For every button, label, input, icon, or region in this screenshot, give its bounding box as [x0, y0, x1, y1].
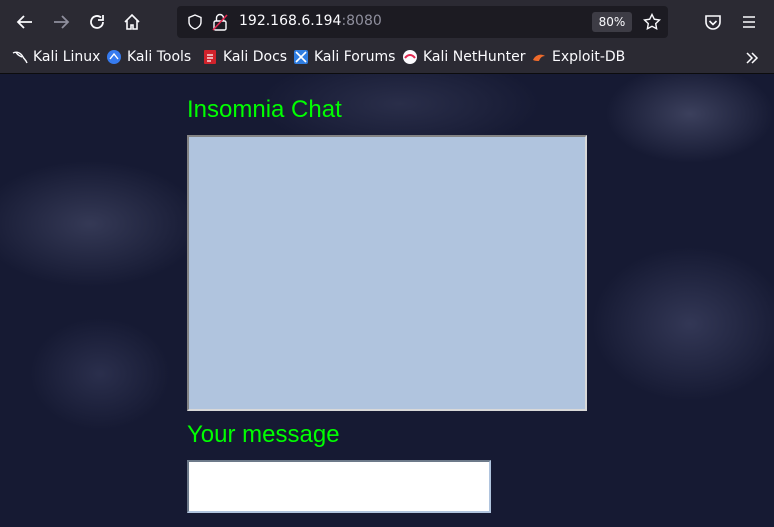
url-host: 192.168.6.194	[239, 13, 342, 29]
bookmark-label: Kali Forums	[314, 49, 396, 65]
reload-icon	[90, 15, 104, 29]
menu-button[interactable]	[736, 10, 762, 34]
kali-tools-icon	[106, 49, 122, 65]
chevron-double-right-icon	[746, 52, 759, 64]
browser-toolbar: 192.168.6.194:8080 80%	[0, 0, 774, 44]
page-title: Insomnia Chat	[187, 96, 342, 123]
insecure-lock-icon[interactable]	[212, 13, 228, 35]
arrow-right-icon	[54, 15, 70, 29]
hamburger-menu-icon	[743, 16, 755, 28]
bookmarks-overflow-button[interactable]	[744, 50, 760, 66]
page-content: Insomnia Chat Your message	[0, 74, 774, 527]
bookmark-kali-docs[interactable]: Kali Docs	[202, 49, 287, 65]
kali-docs-icon	[202, 49, 218, 65]
bookmark-label: Kali Linux	[33, 49, 101, 65]
home-icon	[124, 13, 140, 30]
message-label: Your message	[187, 421, 340, 448]
bookmark-kali-forums[interactable]: Kali Forums	[293, 49, 395, 65]
address-bar[interactable]: 192.168.6.194:8080 80%	[177, 6, 668, 38]
bookmark-kali-tools[interactable]: Kali Tools	[106, 49, 191, 65]
pocket-button[interactable]	[700, 10, 726, 34]
forward-button[interactable]	[48, 10, 74, 34]
back-button[interactable]	[12, 10, 38, 34]
bookmark-star-icon[interactable]	[642, 12, 662, 35]
zoom-level-button[interactable]: 80%	[592, 12, 632, 32]
bookmark-label: Kali NetHunter	[423, 49, 526, 65]
bookmark-label: Kali Tools	[127, 49, 192, 65]
bookmark-kali-linux[interactable]: Kali Linux	[12, 49, 100, 65]
bookmark-label: Exploit-DB	[552, 49, 626, 65]
message-input[interactable]	[187, 460, 491, 513]
kali-nethunter-icon	[402, 49, 418, 65]
arrow-left-icon	[16, 15, 32, 29]
home-button[interactable]	[119, 10, 145, 34]
kali-dragon-icon	[12, 49, 28, 65]
pocket-icon	[705, 15, 721, 30]
bookmark-label: Kali Docs	[223, 49, 288, 65]
url-port: :8080	[341, 13, 382, 29]
shield-icon[interactable]	[187, 14, 203, 34]
bookmark-exploit-db[interactable]: Exploit-DB	[531, 49, 625, 65]
bookmarks-toolbar: Kali Linux Kali Tools Kali Docs Kali For…	[0, 44, 774, 74]
exploit-db-icon	[531, 49, 547, 65]
chat-log[interactable]	[187, 135, 587, 411]
bookmark-kali-nethunter[interactable]: Kali NetHunter	[402, 49, 525, 65]
kali-forums-icon	[293, 49, 309, 65]
reload-button[interactable]	[84, 10, 110, 34]
url-text[interactable]: 192.168.6.194:8080	[239, 13, 382, 29]
